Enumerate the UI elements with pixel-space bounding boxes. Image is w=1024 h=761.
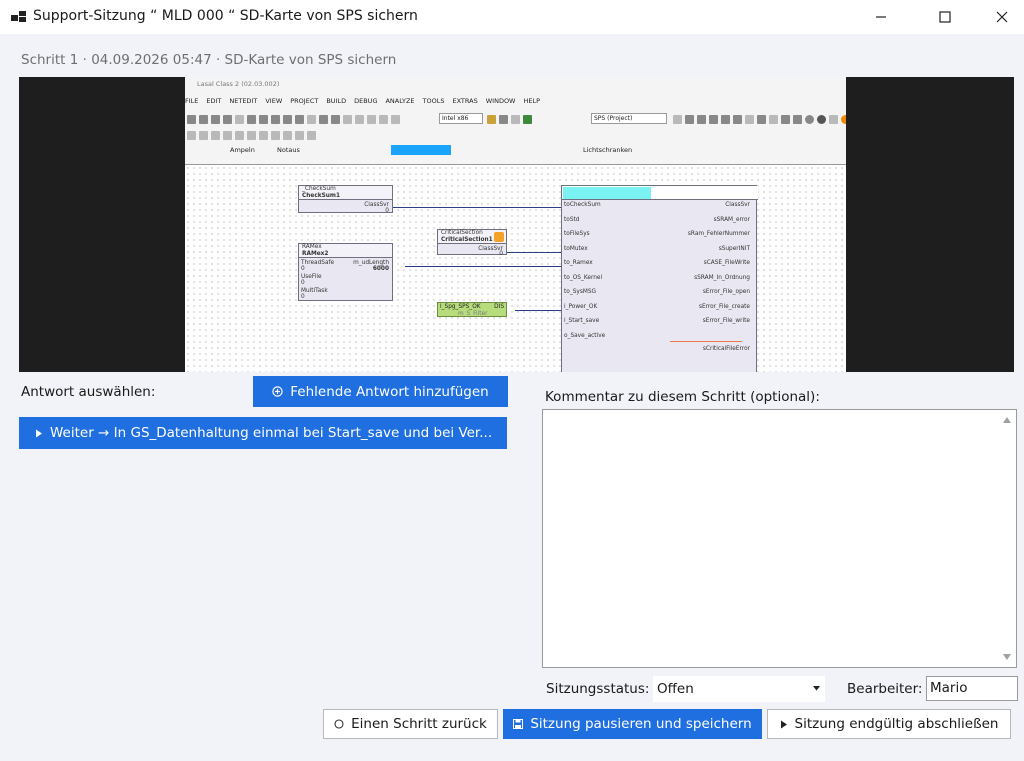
ide-menu-item: HELP [523,97,541,105]
add-missing-answer-label: Fehlende Antwort hinzufügen [290,383,489,400]
ide-toolbar-1: Intel x86 SPS (Project) [185,112,846,126]
ide-menu-item: EXTRAS [452,97,478,105]
project-combo: SPS (Project) [591,113,667,124]
main-block-output-pin: sSRAM_In_Ordnung [694,274,750,281]
app-windows-icon [11,11,26,22]
step-back-button[interactable]: Einen Schritt zurück [323,709,498,739]
finish-session-label: Sitzung endgültig abschließen [794,716,999,732]
comment-textarea[interactable] [542,409,1017,668]
main-block-output-pin: sSuperINIT [718,245,750,252]
step-screenshot: Lasal Class 2 (02.03.002) FILE EDIT NETEDI… [185,77,846,372]
comment-scrollbar[interactable] [998,410,1016,667]
critical-section-block: CriticalSection CriticalSection1 ClassSvr… [437,229,507,257]
ide-menu-item: DEBUG [354,97,378,105]
answer-label: Antwort auswählen: [21,384,156,400]
datenhaltung-block: toCheckSum toStd toFileSys toMutex to_Ramext… [561,185,758,372]
sps-ok-variable: l_Spg_SPS_OK DIS m_S_Filter [437,302,507,317]
comment-label: Kommentar zu diesem Schritt (optional): [545,389,820,405]
ide-menu-item: WINDOW [485,97,516,105]
main-block-output-pin: ClassSvr [725,202,750,208]
comment-value [543,410,1016,416]
ramex-block: RAMex RAMex2 ThreadSafe 0 UseFile 0 Multi… [298,243,393,301]
ide-library-bar: Ampeln Notaus Lichtschranken [185,143,846,157]
step-screenshot-panel: Lasal Class 2 (02.03.002) FILE EDIT NETEDI… [19,77,1014,372]
lib-item-notaus: Notaus [277,146,300,154]
maximize-icon [939,11,951,23]
session-status-value: Offen [657,681,694,697]
session-status-select[interactable]: Offen [653,676,825,702]
support-session-window: Support-Sitzung “ MLD 000 “ SD-Karte von… [0,0,1024,761]
lib-item-ampeln: Ampeln [230,146,255,154]
ide-menu-bar: FILE EDIT NETEDIT VIEW PROJECT BUILD DEBUG ANAL… [185,97,548,107]
close-icon [996,11,1008,23]
main-block-output-pin: sSRAM_error [713,216,750,223]
window-title: Support-Sitzung “ MLD 000 “ SD-Karte von… [33,8,418,24]
ide-menu-item: TOOLS [422,97,445,105]
ide-menu-item: BUILD [326,97,347,105]
scroll-up-icon[interactable] [1002,416,1012,424]
main-block-input-pin: toStd [564,216,580,223]
main-block-input-pin: to_OS_Kernel [564,274,603,281]
main-block-output-pin: sError_File_create [698,303,750,310]
scroll-down-icon[interactable] [1002,653,1012,661]
main-block-output-pin: sRam_FehlerNummer [687,231,750,237]
main-block-input-pin: i_Power_OK [564,303,598,310]
main-block-input-pin: i_Start_save [564,318,600,324]
minimize-icon [876,16,886,18]
minimize-button[interactable] [857,0,905,34]
main-block-output-pin: sError_File_write [702,318,750,324]
pause-save-button[interactable]: Sitzung pausieren und speichern [503,709,762,739]
main-block-input-pin: to_SysMSG [564,289,597,295]
plus-circle-icon [272,386,283,397]
main-block-input-pin: to_Ramex [564,260,593,266]
main-block-input-pin: toFileSys [564,231,590,237]
ide-menu-item: EDIT [206,97,222,105]
finish-session-button[interactable]: Sitzung endgültig abschließen [767,709,1011,739]
main-block-output-pin: sError_File_open [702,289,750,295]
ide-menu-item: NETEDIT [229,97,258,105]
main-block-output-pin: sCASE_FileWrite [703,260,750,266]
pause-save-label: Sitzung pausieren und speichern [530,716,752,732]
main-block-input-pin: o_Save_active [564,332,606,339]
step-header: Schritt 1 · 04.09.2026 05:47 · SD-Karte … [21,52,397,68]
maximize-button[interactable] [921,0,969,34]
next-answer-label: Weiter → In GS_Datenhaltung einmal bei S… [50,425,493,441]
main-block-input-pin: toMutex [564,245,588,252]
ide-menu-item: VIEW [265,97,283,105]
next-answer-button[interactable]: Weiter → In GS_Datenhaltung einmal bei S… [19,417,507,449]
ide-title: Lasal Class 2 (02.03.002) [197,80,280,88]
step-back-label: Einen Schritt zurück [351,716,487,732]
dropdown-arrow-icon [813,686,820,691]
ide-menu-item: ANALYZE [385,97,415,105]
play-triangle-icon [780,720,787,728]
session-status-label: Sitzungsstatus: [546,681,650,697]
checksum-block: _CheckSum CheckSum1 ClassSvr 0 [298,185,393,214]
lib-item-lichtschranken: Lichtschranken [583,146,633,154]
main-block-output-pin: sCriticalFileError [702,346,750,352]
ide-menu-item: FILE [185,97,199,105]
add-missing-answer-button[interactable]: Fehlende Antwort hinzufügen [253,376,508,407]
ide-toolbar-2 [185,128,846,142]
ide-network-canvas: _CheckSum CheckSum1 ClassSvr 0 RAMex RAMex… [185,164,846,372]
editor-input[interactable]: Mario [926,676,1018,701]
main-block-input-pin: toCheckSum [564,202,601,208]
title-bar: Support-Sitzung “ MLD 000 “ SD-Karte von… [0,0,1024,34]
ide-menu-item: PROJECT [290,97,319,105]
platform-combo: Intel x86 [439,113,483,124]
play-triangle-icon [36,429,42,437]
save-disk-icon [513,719,524,729]
circle-icon [334,719,344,729]
close-button[interactable] [978,0,1024,34]
editor-label: Bearbeiter: [847,681,923,697]
